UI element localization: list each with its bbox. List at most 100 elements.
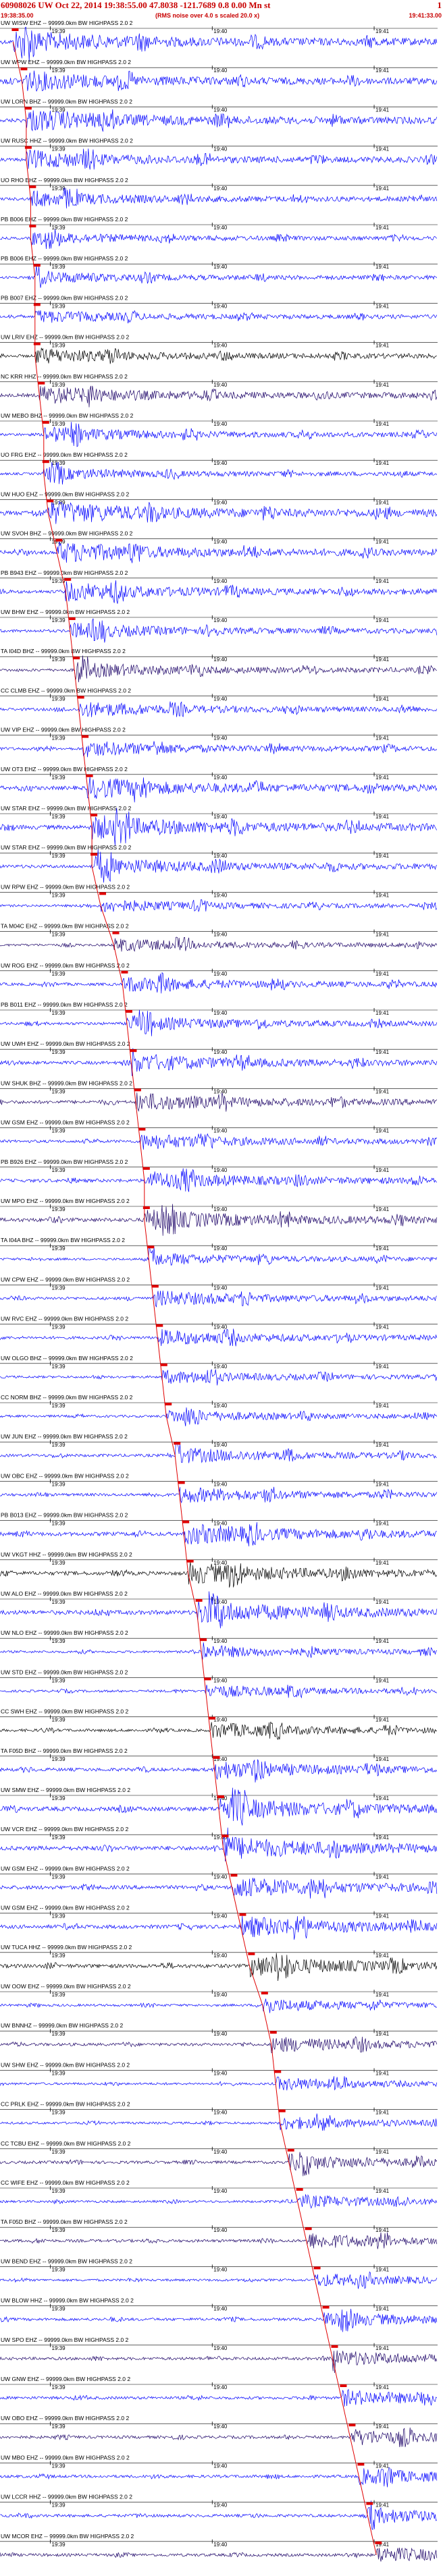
- time-tick-label: 19:41: [375, 1403, 390, 1409]
- time-tick-label: 19:39: [52, 2502, 66, 2509]
- trace-row: UW ALO EHZ -- 99999.0km BW HIGHPASS 2.0 …: [0, 1590, 438, 1629]
- time-tick-label: 19:41: [375, 2031, 390, 2037]
- trace-label: UW JUN EHZ -- 99999.0km BW HIGHPASS 2.0 …: [1, 1433, 128, 1440]
- trace-row: UW HUO EHZ -- 99999.0km BW HIGHPASS 2.0 …: [0, 491, 438, 524]
- trace-label: CC NORM BHZ -- 99999.0km BW HIGHPASS 2.0…: [1, 1394, 133, 1401]
- pick-marker: [287, 2148, 294, 2152]
- time-tick-label: 19:39: [52, 814, 66, 820]
- time-tick-label: 19:41: [375, 971, 390, 977]
- trace-label: UW OBO EHZ -- 99999.0km BW HIGHPASS 2.0 …: [1, 2415, 129, 2421]
- trace-row: UW BHW EHZ -- 99999.0km BW HIGHPASS 2.0 …: [0, 609, 438, 643]
- time-tick-label: 19:39: [52, 1088, 66, 1094]
- time-tick-label: 19:39: [52, 1913, 66, 1920]
- trace-label: UW RPW EHZ -- 99999.0km BW HIGHPASS 2.0 …: [1, 883, 130, 890]
- pick-marker: [68, 617, 76, 620]
- time-tick-label: 19:39: [52, 421, 66, 427]
- time-tick-label: 19:40: [213, 735, 228, 741]
- time-tick-label: 19:39: [52, 1010, 66, 1016]
- trace-row: UW SVOH BHZ -- 99999.0km BW HIGHPASS 2.0…: [0, 530, 438, 563]
- trace-row: UW SHW EHZ -- 99999.0km BW HIGHPASS 2.0 …: [0, 2061, 438, 2091]
- time-tick-label: 19:41: [375, 814, 390, 820]
- pick-marker: [274, 2070, 282, 2073]
- waveform: [0, 2076, 438, 2091]
- time-tick-label: 19:39: [52, 28, 66, 34]
- time-tick-label: 19:40: [213, 499, 228, 505]
- trace-row: CC SWH EHZ -- 99999.0km BW HIGHPASS 2.0 …: [0, 1708, 438, 1740]
- trace-row: UW STD EHZ -- 99999.0km BW HIGHPASS 2.0 …: [0, 1669, 438, 1699]
- waveform: [0, 1642, 438, 1660]
- trace-row: TA F05D BHZ -- 99999.0km BW HIGHPASS 2.0…: [0, 2218, 438, 2249]
- time-tick-label: 19:39: [52, 735, 66, 741]
- time-tick-label: 19:41: [375, 67, 390, 74]
- trace-row: CC TCBU EHZ -- 99999.0km BW HIGHPASS 2.0…: [0, 2140, 438, 2177]
- time-tick-label: 19:40: [213, 656, 228, 663]
- time-tick-label: 19:40: [213, 1128, 228, 1134]
- trace-label: UO FRG EHZ -- 99999.0km BW HIGHPASS 2.0 …: [1, 451, 128, 458]
- trace-label: UW OLGO BHZ -- 99999.0km BW HIGHPASS 2.0…: [1, 1355, 133, 1362]
- trace-label: PB B926 EHZ -- 99999.0km BW HIGHPASS 2.0…: [1, 1158, 128, 1165]
- waveform: [0, 1998, 438, 2013]
- pick-marker: [296, 2188, 303, 2191]
- time-tick-label: 19:39: [52, 1128, 66, 1134]
- time-tick-label: 19:41: [375, 343, 390, 349]
- time-tick-label: 19:40: [213, 2031, 228, 2037]
- time-tick-label: 19:41: [375, 1874, 390, 1880]
- time-tick-label: 19:41: [375, 1560, 390, 1566]
- time-tick-label: 19:39: [52, 2031, 66, 2037]
- time-tick-label: 19:40: [213, 1285, 228, 1291]
- time-tick-label: 19:41: [375, 2345, 390, 2351]
- time-tick-label: 19:41: [375, 2502, 390, 2509]
- trace-row: UW GSM EHZ -- 99999.0km BW HIGHPASS 2.0 …: [0, 1905, 438, 1940]
- time-tick-label: 19:41: [375, 2149, 390, 2155]
- trace-row: UW BNNHZ -- 99999.0km BW HIGHPASS 2.0 2 1…: [0, 2022, 438, 2054]
- trace-label: PB B943 EHZ -- 99999.0km BW HIGHPASS 2.0…: [1, 569, 128, 576]
- time-tick-label: 19:40: [213, 460, 228, 466]
- pick-marker: [174, 1442, 181, 1445]
- trace-label: NC KRR HHZ -- 99999.0km BW HIGHPASS 2.0 …: [1, 373, 128, 380]
- trace-label: UW LRIV EHZ -- 99999.0km BW HIGHPASS 2.0…: [1, 334, 129, 341]
- trace-label: UW SHW EHZ -- 99999.0km BW HIGHPASS 2.0 …: [1, 2061, 130, 2068]
- trace-row: UW MCOR EHZ -- 99999.0km BW HIGHPASS 2.0…: [0, 2533, 438, 2562]
- trace-label: UW MBO EHZ -- 99999.0km BW HIGHPASS 2.0 …: [1, 2454, 130, 2461]
- time-tick-label: 19:39: [52, 696, 66, 702]
- time-tick-label: 19:39: [52, 1442, 66, 1448]
- pick-marker: [20, 67, 28, 71]
- event-title-tail: 1: [437, 0, 442, 10]
- trace-row: PB B943 EHZ -- 99999.0km BW HIGHPASS 2.0…: [0, 569, 438, 604]
- trace-label: UW NLO EHZ -- 99999.0km BW HIGHPASS 2.0 …: [1, 1629, 128, 1636]
- waveform: [0, 2232, 438, 2249]
- time-tick-label: 19:40: [213, 67, 228, 74]
- waveform: [0, 2427, 438, 2447]
- time-tick-label: 19:41: [375, 2384, 390, 2390]
- pick-marker: [217, 1795, 224, 1798]
- time-tick-label: 19:41: [375, 932, 390, 938]
- time-tick-label: 19:41: [375, 1953, 390, 1959]
- time-tick-label: 19:39: [52, 1167, 66, 1173]
- time-tick-label: 19:39: [52, 2188, 66, 2194]
- time-tick-label: 19:41: [375, 1913, 390, 1920]
- trace-row: PB B006 EHZ -- 99999.0km BW HIGHPASS 2.0…: [0, 255, 438, 288]
- trace-label: UW SVOH BHZ -- 99999.0km BW HIGHPASS 2.0…: [1, 530, 133, 537]
- trace-row: UW SHUK BHZ -- 99999.0km BW HIGHPASS 2.0…: [0, 1080, 438, 1112]
- time-tick-label: 19:40: [213, 1481, 228, 1487]
- time-tick-label: 19:41: [375, 1324, 390, 1331]
- pick-marker: [147, 1245, 155, 1249]
- trace-row: UW BLOW HHZ -- 99999.0km BW HIGHPASS 2.0…: [0, 2297, 438, 2332]
- time-tick-label: 19:39: [52, 264, 66, 270]
- waveform: [0, 2467, 438, 2488]
- trace-label: UW OT3 EHZ -- 99999.0km BW HIGHPASS 2.0 …: [1, 766, 128, 773]
- time-tick-label: 19:39: [52, 2345, 66, 2351]
- time-tick-label: 19:39: [52, 343, 66, 349]
- trace-row: TA I04A BHZ -- 99999.0km BW HIGHPASS 2.0…: [0, 1237, 438, 1266]
- pick-marker: [222, 1835, 229, 1838]
- waveform: [0, 2193, 438, 2209]
- time-tick-label: 19:39: [52, 2110, 66, 2116]
- trace-row: CC PRLK EHZ -- 99999.0km BW HIGHPASS 2.0…: [0, 2101, 438, 2131]
- pick-marker: [186, 1559, 194, 1563]
- trace-row: PB B007 EHZ -- 99999.0km BW HIGHPASS 2.0…: [0, 294, 438, 324]
- time-tick-label: 19:39: [52, 656, 66, 663]
- trace-label: UW BNNHZ -- 99999.0km BW HIGHPASS 2.0 2: [1, 2022, 123, 2029]
- time-tick-label: 19:41: [375, 499, 390, 505]
- trace-row: UW OBO EHZ -- 99999.0km BW HIGHPASS 2.0 …: [0, 2415, 438, 2447]
- pick-marker: [73, 656, 80, 660]
